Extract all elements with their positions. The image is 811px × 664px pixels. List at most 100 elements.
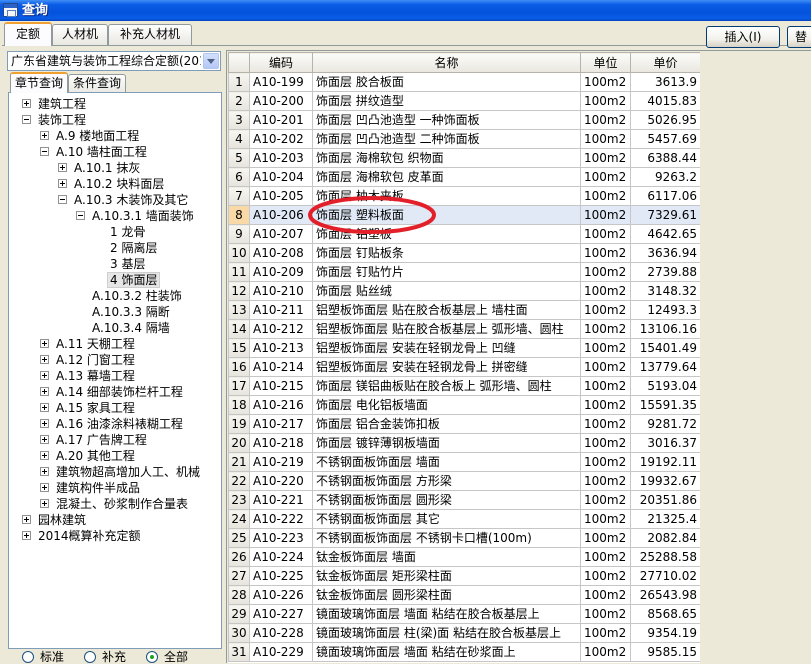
minus-box-icon[interactable]	[22, 115, 31, 124]
name-cell[interactable]: 不锈钢面板饰面层 墙面	[312, 452, 581, 472]
row-number-cell[interactable]: 18	[228, 395, 250, 415]
table-row[interactable]: 18 A10-216 饰面层 电化铝板墙面 100m2 15591.35	[228, 395, 700, 415]
tree-node[interactable]: A.15 家具工程	[9, 400, 221, 416]
header-name[interactable]: 名称	[312, 52, 581, 73]
tree-node[interactable]: 建筑物超高增加人工、机械	[9, 464, 221, 480]
plus-box-icon[interactable]	[40, 371, 49, 380]
code-cell[interactable]: A10-208	[249, 243, 313, 263]
table-row[interactable]: 3 A10-201 饰面层 凹凸池造型 一种饰面板 100m2 5026.95	[228, 110, 700, 130]
tree-node[interactable]: 装饰工程	[9, 112, 221, 128]
plus-box-icon[interactable]	[22, 515, 31, 524]
tree-node[interactable]: 2014概算补充定额	[9, 528, 221, 544]
code-cell[interactable]: A10-212	[249, 319, 313, 339]
code-cell[interactable]: A10-217	[249, 414, 313, 434]
name-cell[interactable]: 铝塑板饰面层 贴在胶合板基层上 墙柱面	[312, 300, 581, 320]
price-cell[interactable]: 20351.86	[630, 490, 700, 510]
tree-node[interactable]: 3 基层	[9, 256, 221, 272]
table-row[interactable]: 23 A10-221 不锈钢面板饰面层 圆形梁 100m2 20351.86	[228, 490, 700, 510]
unit-cell[interactable]: 100m2	[580, 91, 631, 111]
code-cell[interactable]: A10-221	[249, 490, 313, 510]
tree-node[interactable]: 2 隔离层	[9, 240, 221, 256]
price-cell[interactable]: 6117.06	[630, 186, 700, 206]
code-cell[interactable]: A10-213	[249, 338, 313, 358]
unit-cell[interactable]: 100m2	[580, 433, 631, 453]
plus-box-icon[interactable]	[58, 163, 67, 172]
radio-icon[interactable]	[146, 651, 158, 663]
code-cell[interactable]: A10-222	[249, 509, 313, 529]
row-number-cell[interactable]: 15	[228, 338, 250, 358]
table-row[interactable]: 25 A10-223 不锈钢面板饰面层 不锈钢卡口槽(100m) 100m2 2082.…	[228, 528, 700, 548]
unit-cell[interactable]: 100m2	[580, 490, 631, 510]
unit-cell[interactable]: 100m2	[580, 395, 631, 415]
table-row[interactable]: 30 A10-228 镜面玻璃饰面层 柱(梁)面 粘结在胶合板基层上 100m2 935…	[228, 623, 700, 643]
plus-box-icon[interactable]	[40, 483, 49, 492]
tree-node[interactable]: A.17 广告牌工程	[9, 432, 221, 448]
code-cell[interactable]: A10-211	[249, 300, 313, 320]
row-number-cell[interactable]: 10	[228, 243, 250, 263]
code-cell[interactable]: A10-205	[249, 186, 313, 206]
name-cell[interactable]: 饰面层 铝合金装饰扣板	[312, 414, 581, 434]
chapter-tree[interactable]: 建筑工程 装饰工程 A.9 楼地面工程 A.10 墙柱面工程 A.10.1 抹灰 A.10…	[8, 92, 222, 649]
tab-quota[interactable]: 定额	[4, 22, 52, 46]
plus-box-icon[interactable]	[40, 339, 49, 348]
tree-node[interactable]: A.12 门窗工程	[9, 352, 221, 368]
tree-node[interactable]: A.16 油漆涂料裱糊工程	[9, 416, 221, 432]
code-cell[interactable]: A10-200	[249, 91, 313, 111]
table-row[interactable]: 17 A10-215 饰面层 镁铝曲板贴在胶合板上 弧形墙、圆柱 100m2 5193.…	[228, 376, 700, 396]
plus-box-icon[interactable]	[40, 403, 49, 412]
minus-box-icon[interactable]	[76, 211, 85, 220]
name-cell[interactable]: 不锈钢面板饰面层 圆形梁	[312, 490, 581, 510]
name-cell[interactable]: 钛金板饰面层 矩形梁柱面	[312, 566, 581, 586]
row-number-cell[interactable]: 5	[228, 148, 250, 168]
row-number-cell[interactable]: 28	[228, 585, 250, 605]
row-number-cell[interactable]: 30	[228, 623, 250, 643]
unit-cell[interactable]: 100m2	[580, 319, 631, 339]
name-cell[interactable]: 饰面层 凹凸池造型 一种饰面板	[312, 110, 581, 130]
replace-button[interactable]: 替	[787, 26, 811, 48]
table-row[interactable]: 27 A10-225 钛金板饰面层 矩形梁柱面 100m2 27710.02	[228, 566, 700, 586]
price-cell[interactable]: 21325.4	[630, 509, 700, 529]
row-number-cell[interactable]: 2	[228, 91, 250, 111]
name-cell[interactable]: 饰面层 拼纹造型	[312, 91, 581, 111]
price-cell[interactable]: 4015.83	[630, 91, 700, 111]
price-cell[interactable]: 2739.88	[630, 262, 700, 282]
table-row[interactable]: 21 A10-219 不锈钢面板饰面层 墙面 100m2 19192.11	[228, 452, 700, 472]
code-cell[interactable]: A10-199	[249, 72, 313, 92]
unit-cell[interactable]: 100m2	[580, 471, 631, 491]
price-cell[interactable]: 19932.67	[630, 471, 700, 491]
row-number-cell[interactable]: 25	[228, 528, 250, 548]
price-cell[interactable]: 5457.69	[630, 129, 700, 149]
price-cell[interactable]: 12493.3	[630, 300, 700, 320]
insert-button[interactable]: 插入(I)	[706, 26, 780, 48]
code-cell[interactable]: A10-209	[249, 262, 313, 282]
name-cell[interactable]: 饰面层 镀锌薄钢板墙面	[312, 433, 581, 453]
name-cell[interactable]: 不锈钢面板饰面层 其它	[312, 509, 581, 529]
name-cell[interactable]: 饰面层 海棉软包 织物面	[312, 148, 581, 168]
name-cell[interactable]: 饰面层 柚木夹板	[312, 186, 581, 206]
tree-node[interactable]: 建筑工程	[9, 96, 221, 112]
code-cell[interactable]: A10-207	[249, 224, 313, 244]
row-number-cell[interactable]: 4	[228, 129, 250, 149]
table-row[interactable]: 10 A10-208 饰面层 钉贴板条 100m2 3636.94	[228, 243, 700, 263]
price-cell[interactable]: 3613.9	[630, 72, 700, 92]
tree-node[interactable]: A.10.2 块料面层	[9, 176, 221, 192]
table-row[interactable]: 5 A10-203 饰面层 海棉软包 织物面 100m2 6388.44	[228, 148, 700, 168]
unit-cell[interactable]: 100m2	[580, 452, 631, 472]
price-cell[interactable]: 2082.84	[630, 528, 700, 548]
row-number-cell[interactable]: 1	[228, 72, 250, 92]
unit-cell[interactable]: 100m2	[580, 623, 631, 643]
table-row[interactable]: 8 A10-206 饰面层 塑料板面 100m2 7329.61	[228, 205, 700, 225]
price-cell[interactable]: 27710.02	[630, 566, 700, 586]
unit-cell[interactable]: 100m2	[580, 357, 631, 377]
name-cell[interactable]: 饰面层 海棉软包 皮革面	[312, 167, 581, 187]
tree-node[interactable]: A.10.3.3 隔断	[9, 304, 221, 320]
row-number-cell[interactable]: 14	[228, 319, 250, 339]
name-cell[interactable]: 饰面层 凹凸池造型 二种饰面板	[312, 129, 581, 149]
code-cell[interactable]: A10-225	[249, 566, 313, 586]
price-cell[interactable]: 9354.19	[630, 623, 700, 643]
row-number-cell[interactable]: 11	[228, 262, 250, 282]
code-cell[interactable]: A10-220	[249, 471, 313, 491]
table-row[interactable]: 15 A10-213 铝塑板饰面层 安装在轻钢龙骨上 凹缝 100m2 15401.49	[228, 338, 700, 358]
unit-cell[interactable]: 100m2	[580, 376, 631, 396]
code-cell[interactable]: A10-210	[249, 281, 313, 301]
